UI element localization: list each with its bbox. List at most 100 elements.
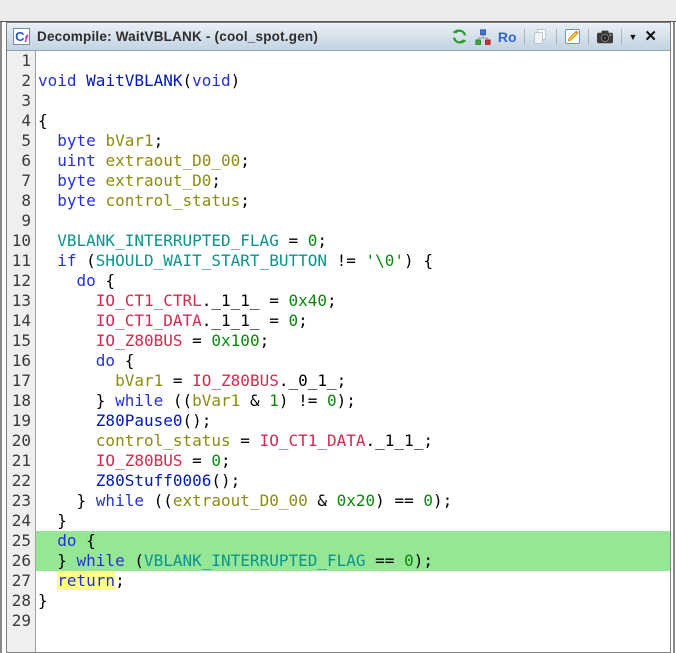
code-token-kw[interactable]: do (57, 531, 76, 550)
code-token-pl[interactable] (38, 371, 115, 390)
code-token-lv[interactable]: control_status (96, 431, 231, 450)
code-token-pl[interactable] (96, 171, 106, 190)
code-token-ct[interactable]: '\0' (366, 251, 405, 270)
code-token-pl[interactable] (96, 191, 106, 210)
call-graph-icon[interactable] (475, 29, 491, 45)
code-token-ct[interactable]: 0 (423, 491, 433, 510)
code-token-pl[interactable]: ); (337, 391, 356, 410)
code-token-kw[interactable]: do (77, 271, 96, 290)
code-token-pl[interactable]: { (77, 531, 96, 550)
code-token-kw[interactable]: byte (57, 171, 96, 190)
code-token-pl[interactable]: != (327, 251, 366, 270)
code-token-pl[interactable]: ; (317, 231, 327, 250)
code-token-pl[interactable] (38, 291, 96, 310)
code-token-pl[interactable]: ; (115, 571, 125, 590)
code-token-pl[interactable]: { (115, 351, 134, 370)
code-token-ct[interactable]: 0 (211, 451, 221, 470)
code-line[interactable]: 12 do { (7, 271, 670, 291)
code-token-pl[interactable]: = (183, 451, 212, 470)
code-token-pl[interactable] (38, 531, 57, 550)
code-token-pl[interactable]: ) { (404, 251, 433, 270)
code-token-lv[interactable]: bVar1 (115, 371, 163, 390)
code-token-ct[interactable]: 0x40 (288, 291, 327, 310)
code-token-pl[interactable] (38, 331, 96, 350)
code-token-kw[interactable]: uint (57, 151, 96, 170)
code-token-sv[interactable]: IO_CT1_CTRL (96, 291, 202, 310)
code-token-pl[interactable]: (); (183, 411, 212, 430)
code-token-ct[interactable]: 0 (327, 391, 337, 410)
code-token-pl[interactable]: ._1_1_ = (202, 291, 289, 310)
code-token-pl[interactable] (38, 231, 57, 250)
code-token-ct[interactable]: 0 (288, 311, 298, 330)
code-token-pl[interactable]: } (38, 591, 48, 610)
code-token-pl[interactable] (38, 311, 96, 330)
code-token-ct[interactable]: 0 (308, 231, 318, 250)
code-token-pl[interactable] (38, 131, 57, 150)
code-token-kw[interactable]: byte (57, 191, 96, 210)
code-line[interactable]: 22 Z80Stuff0006(); (7, 471, 670, 491)
code-line[interactable]: 5 byte bVar1; (7, 131, 670, 151)
code-token-pl[interactable]: = (231, 431, 260, 450)
code-token-pl[interactable]: ._0_1_; (279, 371, 346, 390)
code-token-sv[interactable]: IO_CT1_DATA (260, 431, 366, 450)
code-line[interactable]: 7 byte extraout_D0; (7, 171, 670, 191)
code-token-pl[interactable] (77, 71, 87, 90)
code-token-pl[interactable] (38, 191, 57, 210)
code-token-pl[interactable]: ); (414, 551, 433, 570)
code-token-pl[interactable]: = (163, 371, 192, 390)
code-line[interactable]: 4{ (7, 111, 670, 131)
code-token-lv[interactable]: bVar1 (105, 131, 153, 150)
code-token-gv[interactable]: VBLANK_INTERRUPTED_FLAG (144, 551, 366, 570)
code-token-fn[interactable]: WaitVBLANK (86, 71, 182, 90)
code-token-pl[interactable]: ( (183, 71, 193, 90)
code-line[interactable]: 29 (7, 611, 670, 631)
code-token-ct[interactable]: 0x20 (337, 491, 376, 510)
code-line[interactable]: 2void WaitVBLANK(void) (7, 71, 670, 91)
code-token-pl[interactable]: ._1_1_; (366, 431, 433, 450)
code-token-pl[interactable]: == (366, 551, 405, 570)
code-token-pl[interactable]: = (279, 231, 308, 250)
code-line[interactable]: 11 if (SHOULD_WAIT_START_BUTTON != '\0')… (7, 251, 670, 271)
code-line[interactable]: 26 } while (VBLANK_INTERRUPTED_FLAG == 0… (7, 551, 670, 571)
code-token-pl[interactable] (38, 271, 77, 290)
code-token-pl[interactable]: (( (163, 391, 192, 410)
code-token-fn[interactable]: Z80Pause0 (96, 411, 183, 430)
code-token-pl[interactable]: } (38, 511, 67, 530)
code-token-kw[interactable]: void (192, 71, 231, 90)
code-token-kw[interactable]: return (57, 571, 115, 590)
dropdown-arrow-icon[interactable]: ▼ (629, 32, 638, 42)
code-token-pl[interactable]: { (38, 111, 48, 130)
code-token-pl[interactable]: ; (240, 151, 250, 170)
code-line[interactable]: 10 VBLANK_INTERRUPTED_FLAG = 0; (7, 231, 670, 251)
code-token-pl[interactable]: ); (433, 491, 452, 510)
ro-button[interactable]: Ro (498, 29, 517, 45)
code-token-gv[interactable]: SHOULD_WAIT_START_BUTTON (96, 251, 327, 270)
code-token-sv[interactable]: IO_CT1_DATA (96, 311, 202, 330)
code-token-ct[interactable]: 0 (404, 551, 414, 570)
code-token-pl[interactable] (38, 471, 96, 490)
code-line[interactable]: 28} (7, 591, 670, 611)
code-token-pl[interactable]: ; (260, 331, 270, 350)
code-token-pl[interactable]: ) == (375, 491, 423, 510)
decompile-titlebar[interactable]: Cf Decompile: WaitVBLANK - (cool_spot.ge… (7, 23, 670, 51)
code-token-sv[interactable]: IO_Z80BUS (192, 371, 279, 390)
code-token-lv[interactable]: control_status (105, 191, 240, 210)
code-token-kw[interactable]: do (96, 351, 115, 370)
code-line[interactable]: 24 } (7, 511, 670, 531)
code-token-kw[interactable]: while (115, 391, 163, 410)
code-line[interactable]: 19 Z80Pause0(); (7, 411, 670, 431)
code-line[interactable]: 3 (7, 91, 670, 111)
code-token-sv[interactable]: IO_Z80BUS (96, 331, 183, 350)
code-line[interactable]: 14 IO_CT1_DATA._1_1_ = 0; (7, 311, 670, 331)
code-token-lv[interactable]: extraout_D0_00 (105, 151, 240, 170)
code-line[interactable]: 27 return; (7, 571, 670, 591)
code-line[interactable]: 21 IO_Z80BUS = 0; (7, 451, 670, 471)
code-line[interactable]: 18 } while ((bVar1 & 1) != 0); (7, 391, 670, 411)
code-token-kw[interactable]: void (38, 71, 77, 90)
code-token-pl[interactable] (38, 451, 96, 470)
code-token-pl[interactable]: { (96, 271, 115, 290)
code-token-pl[interactable]: ; (240, 191, 250, 210)
code-token-pl[interactable]: = (183, 331, 212, 350)
code-token-pl[interactable]: ) != (279, 391, 327, 410)
code-line[interactable]: 25 do { (7, 531, 670, 551)
